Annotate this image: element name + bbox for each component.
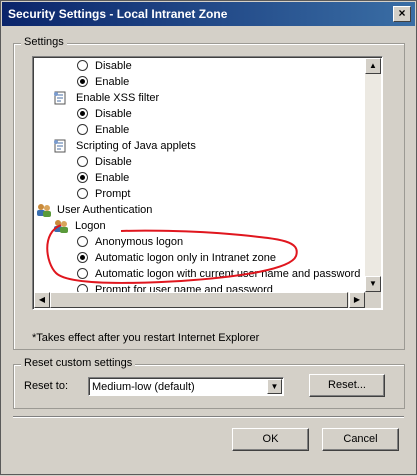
close-button[interactable]: × (393, 6, 411, 22)
settings-group-label: Settings (21, 36, 67, 48)
settings-list[interactable]: Disable Enable Enable XSS filter Disable Ena… (32, 56, 383, 310)
setting-icon (53, 91, 67, 105)
button-separator (13, 416, 404, 418)
radio-button[interactable] (77, 156, 88, 167)
row-label: Disable (95, 108, 132, 120)
row-label: Enable (95, 172, 130, 184)
row-label: Enable (95, 76, 130, 88)
ok-button[interactable]: OK (232, 428, 309, 451)
scroll-left-button[interactable]: ◀ (34, 292, 50, 308)
radio-button-checked[interactable] (77, 172, 88, 183)
radio-button-checked[interactable] (77, 252, 88, 263)
radio-button[interactable] (77, 124, 88, 135)
radio-button[interactable] (77, 60, 88, 71)
row-label: Prompt (95, 188, 131, 200)
title-bar: Security Settings - Local Intranet Zone … (2, 2, 415, 26)
scroll-down-button[interactable]: ▼ (365, 276, 381, 292)
scroll-corner (365, 292, 381, 308)
row-label: Enable XSS filter (76, 92, 160, 104)
radio-button-checked[interactable] (77, 108, 88, 119)
reset-level-value: Medium-low (default) (92, 381, 195, 393)
row-label: Enable (95, 124, 130, 136)
scroll-up-button[interactable]: ▲ (365, 58, 381, 74)
reset-level-select[interactable]: Medium-low (default) ▼ (88, 377, 284, 396)
window-title: Security Settings - Local Intranet Zone (8, 7, 228, 21)
radio-button[interactable] (77, 188, 88, 199)
radio-button[interactable] (77, 268, 88, 279)
security-settings-dialog: Security Settings - Local Intranet Zone … (0, 0, 417, 475)
cancel-button[interactable]: Cancel (322, 428, 399, 451)
row-label: Automatic logon with current user name a… (95, 268, 361, 280)
radio-button[interactable] (77, 236, 88, 247)
vertical-scrollbar[interactable]: ▲ ▼ (365, 58, 381, 294)
row-label: Automatic logon only in Intranet zone (95, 252, 277, 264)
row-label: Disable (95, 60, 132, 72)
scroll-right-button[interactable]: ▶ (349, 292, 365, 308)
chevron-down-icon[interactable]: ▼ (267, 379, 282, 394)
row-label: User Authentication (57, 204, 153, 216)
reset-to-label: Reset to: (24, 380, 69, 392)
radio-button-checked[interactable] (77, 76, 88, 87)
row-label: Disable (95, 156, 132, 168)
restart-note: *Takes effect after you restart Internet… (32, 332, 260, 344)
users-icon (53, 219, 68, 233)
horizontal-scrollbar[interactable]: ◀ ▶ (34, 292, 365, 308)
row-label: Anonymous logon (95, 236, 184, 248)
reset-button[interactable]: Reset... (309, 374, 385, 397)
reset-group-label: Reset custom settings (21, 357, 136, 369)
users-icon (36, 203, 51, 217)
setting-icon (53, 139, 67, 153)
row-label: Scripting of Java applets (76, 140, 196, 152)
horizontal-scroll-thumb[interactable] (50, 292, 348, 308)
row-label: Logon (75, 220, 106, 232)
